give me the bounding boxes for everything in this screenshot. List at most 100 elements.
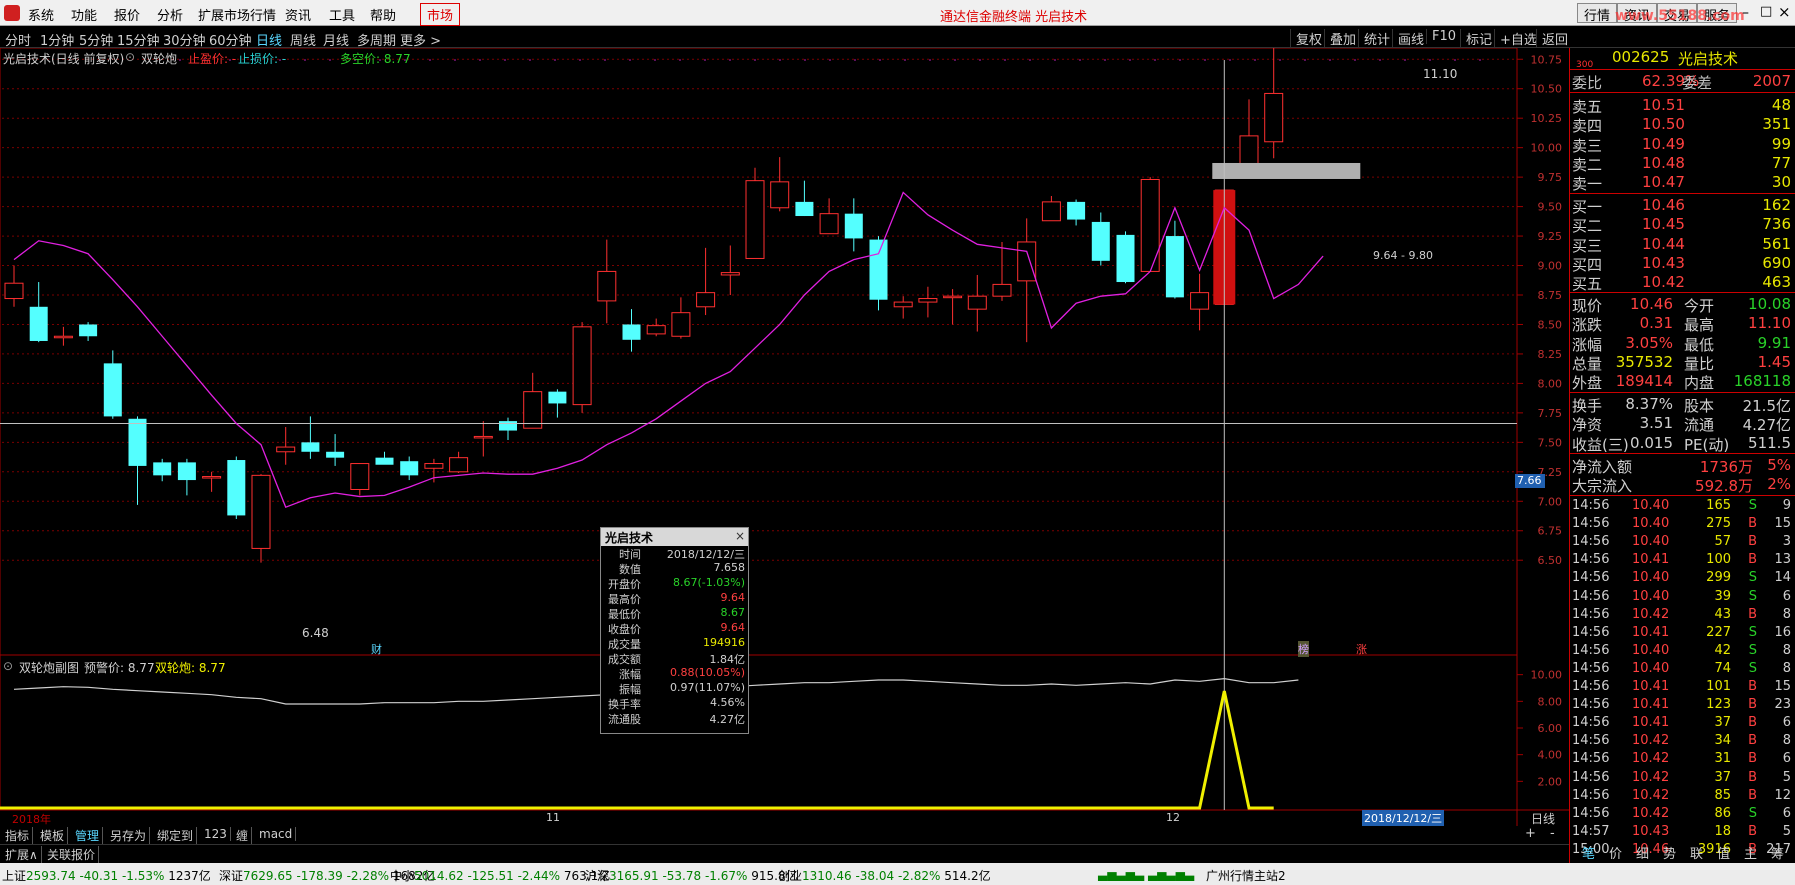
tick-side: B — [1748, 751, 1757, 767]
zoom-out-icon[interactable]: - — [1550, 826, 1555, 841]
tool-overlay[interactable]: 叠加 — [1324, 29, 1356, 48]
period-1min[interactable]: 1分钟 — [40, 30, 74, 49]
tick-price: 10.40 — [1632, 516, 1670, 532]
period-weekly[interactable]: 周线 — [290, 30, 316, 49]
period-30min[interactable]: 30分钟 — [163, 30, 206, 49]
tick-row: 14:56 10.40 39 S 6 — [1572, 589, 1793, 607]
tool-f10[interactable]: F10 — [1426, 29, 1456, 44]
tab-manage[interactable]: 管理 — [72, 827, 104, 844]
tab-bind-to[interactable]: 绑定到 — [154, 827, 198, 844]
tick-volume: 101 — [1706, 679, 1731, 694]
period-more[interactable]: 更多 > — [400, 30, 441, 49]
period-60min[interactable]: 60分钟 — [209, 30, 252, 49]
tick-count: 8 — [1782, 642, 1791, 658]
tool-stats[interactable]: 统计 — [1358, 29, 1390, 48]
menu-news[interactable]: 资讯 — [285, 5, 311, 24]
candle — [918, 286, 938, 318]
menu-system[interactable]: 系统 — [28, 5, 54, 24]
period-15min[interactable]: 15分钟 — [117, 30, 160, 49]
tool-add-favorite[interactable]: +自选 — [1494, 29, 1537, 48]
tick-side: B — [1748, 697, 1757, 713]
tab-macd[interactable]: macd — [256, 827, 297, 841]
tick-price: 10.42 — [1632, 733, 1670, 749]
popup-row: 数值 7.658 — [601, 561, 748, 576]
quote-tab[interactable]: 值 — [1717, 843, 1730, 862]
indicator-toggle-icon[interactable]: ⊙ — [125, 50, 135, 64]
menu-function[interactable]: 功能 — [71, 5, 97, 24]
candle — [745, 167, 765, 259]
menu-help[interactable]: 帮助 — [370, 5, 396, 24]
server-name[interactable]: 广州行情主站2 — [1206, 867, 1286, 884]
quote-tab[interactable]: 筹 — [1771, 843, 1784, 862]
candle — [597, 239, 617, 324]
tick-side: B — [1748, 787, 1757, 803]
sell-volume: 77 — [1771, 153, 1791, 172]
market-button[interactable]: 市场 — [420, 3, 461, 26]
bar-info-popup[interactable]: 光启技术 × 时间 2018/12/12/三 数值 7.658 开盘价 8.67(-1.0… — [600, 527, 749, 734]
stat-row: 涨跌 0.31 最高 11.10 — [1572, 314, 1793, 334]
tick-row: 14:56 10.40 275 B 15 — [1572, 516, 1793, 534]
tool-draw[interactable]: 画线 — [1392, 29, 1424, 48]
event-finance[interactable]: 财 — [371, 641, 382, 657]
tab-template[interactable]: 模板 — [37, 827, 69, 844]
menu-quote[interactable]: 报价 — [114, 5, 140, 24]
period-daily[interactable]: 日线 — [256, 30, 282, 49]
period-fenshi[interactable]: 分时 — [5, 30, 31, 49]
quote-tab[interactable]: 主 — [1744, 843, 1757, 862]
sell-volume: 30 — [1771, 173, 1791, 192]
stat-label: 总量 — [1572, 354, 1603, 373]
minimize-icon[interactable]: – — [1742, 5, 1749, 21]
maximize-icon[interactable]: □ — [1760, 4, 1772, 19]
index-quote[interactable]: 沪深3165.91 -53.78 -1.67% 915.8亿 — [585, 867, 798, 884]
tool-fuquan[interactable]: 复权 — [1290, 29, 1322, 48]
popup-label: 数值 — [619, 563, 641, 576]
tick-price: 10.41 — [1632, 697, 1670, 713]
candle — [473, 421, 493, 457]
kline-chart[interactable]: 11.0010.7510.5010.2510.009.759.509.259.0… — [0, 48, 1569, 826]
quote-tab[interactable]: 价 — [1609, 843, 1622, 862]
popup-close-icon[interactable]: × — [735, 529, 745, 543]
y-tick-label: 9.75 — [1538, 171, 1563, 184]
related-quote-button[interactable]: 关联报价 — [44, 846, 100, 863]
menu-analysis[interactable]: 分析 — [157, 5, 183, 24]
menu-tools[interactable]: 工具 — [329, 5, 355, 24]
quote-tab[interactable]: 细 — [1636, 843, 1649, 862]
network-indicator-icon: ▃▅▃▅▃ ▃▅▃▅▃ — [1098, 867, 1195, 881]
tab-123[interactable]: 123 — [201, 827, 231, 841]
tab-chan[interactable]: 缠 — [233, 827, 253, 844]
gun-label: 双轮炮: 8.77 — [155, 661, 226, 675]
stat-value: 0.015 — [1630, 433, 1673, 452]
extend-toggle[interactable]: 扩展∧ — [2, 846, 42, 863]
event-rank[interactable]: 榜 — [1298, 641, 1309, 657]
buy-row: 买三 10.44 561 — [1572, 235, 1793, 255]
tab-save-as[interactable]: 另存为 — [107, 827, 151, 844]
window-title: 通达信金融终端 光启技术 — [940, 10, 1088, 25]
close-icon[interactable]: × — [1778, 3, 1791, 21]
sell-label: 卖二 — [1572, 155, 1603, 174]
flow-pct: 2% — [1767, 475, 1791, 494]
tab-quotes[interactable]: 行情 — [1577, 3, 1618, 24]
event-limit-up[interactable]: 涨 — [1356, 641, 1367, 657]
index-quote[interactable]: 创业1310.46 -38.04 -2.82% 514.2亿 — [778, 867, 991, 884]
index-name: 创业 — [778, 869, 803, 883]
tick-price: 10.40 — [1632, 588, 1670, 604]
quote-tab[interactable]: 笔 — [1582, 843, 1595, 862]
zoom-in-icon[interactable]: + — [1525, 826, 1536, 841]
sell-volume: 99 — [1771, 134, 1791, 153]
sub-toggle-icon[interactable]: ⊙ — [3, 659, 13, 673]
tool-back[interactable]: 返回 — [1536, 29, 1568, 48]
period-5min[interactable]: 5分钟 — [79, 30, 113, 49]
tab-indicator[interactable]: 指标 — [2, 827, 34, 844]
candle — [227, 456, 246, 519]
quote-tab[interactable]: 势 — [1663, 843, 1676, 862]
stock-name: 光启技术 — [1678, 50, 1739, 68]
index-quote[interactable]: 中小5014.62 -125.51 -2.44% 763.1亿 — [390, 867, 610, 884]
period-monthly[interactable]: 月线 — [323, 30, 349, 49]
tick-price: 10.40 — [1632, 642, 1670, 658]
quote-tab[interactable]: 联 — [1690, 843, 1703, 862]
period-multi[interactable]: 多周期 — [357, 30, 396, 49]
tick-row: 14:56 10.41 101 B 15 — [1572, 679, 1793, 697]
menu-ext-market[interactable]: 扩展市场行情 — [198, 5, 276, 24]
index-quote[interactable]: 上证2593.74 -40.31 -1.53% 1237亿 — [2, 867, 211, 884]
tool-mark[interactable]: 标记 — [1460, 29, 1492, 48]
